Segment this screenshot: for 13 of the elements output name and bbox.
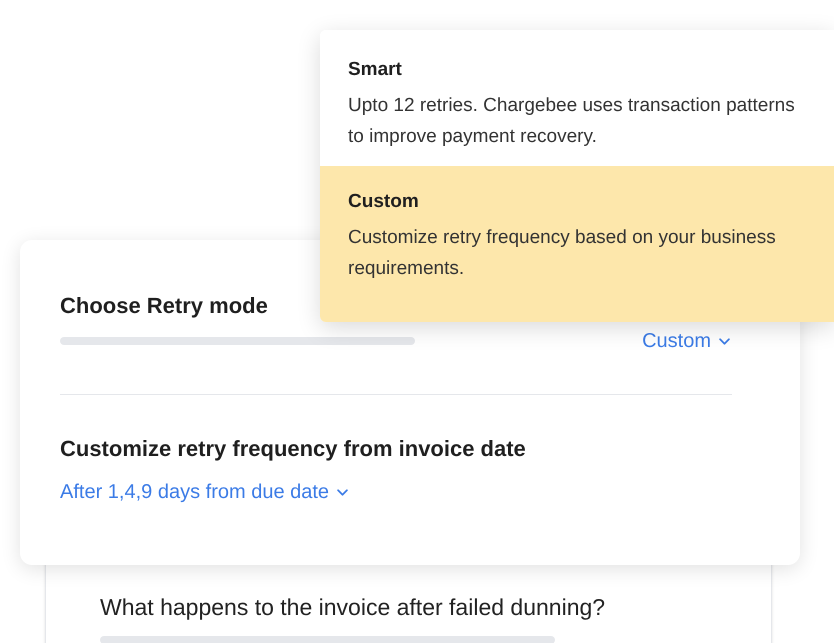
frequency-label: Customize retry frequency from invoice date — [60, 435, 527, 463]
menu-option[interactable]: Smart Upto 12 retries. Chargebee uses transaction patterns to improve payment recovery. — [320, 30, 834, 166]
question-text: What happens to the invoice after failed dunning? — [100, 593, 606, 622]
caret-icon — [337, 488, 348, 496]
option-title: Smart — [348, 58, 403, 82]
option-description: Upto 12 retries. Chargebee uses transaction patterns to improve payment recovery. — [348, 94, 796, 149]
caret-icon — [719, 338, 730, 344]
retry-mode-label: Choose Retry mode — [60, 292, 269, 320]
retry-mode-dropdown[interactable]: Custom — [642, 326, 730, 356]
option-description: Customize retry frequency based on your business requirements. — [348, 226, 777, 281]
frequency-dropdown[interactable]: After 1,4,9 days from due date — [60, 477, 348, 507]
menu-option[interactable]: Custom Customize retry frequency based on your business requirements. — [320, 166, 834, 322]
option-title: Custom — [348, 190, 420, 214]
